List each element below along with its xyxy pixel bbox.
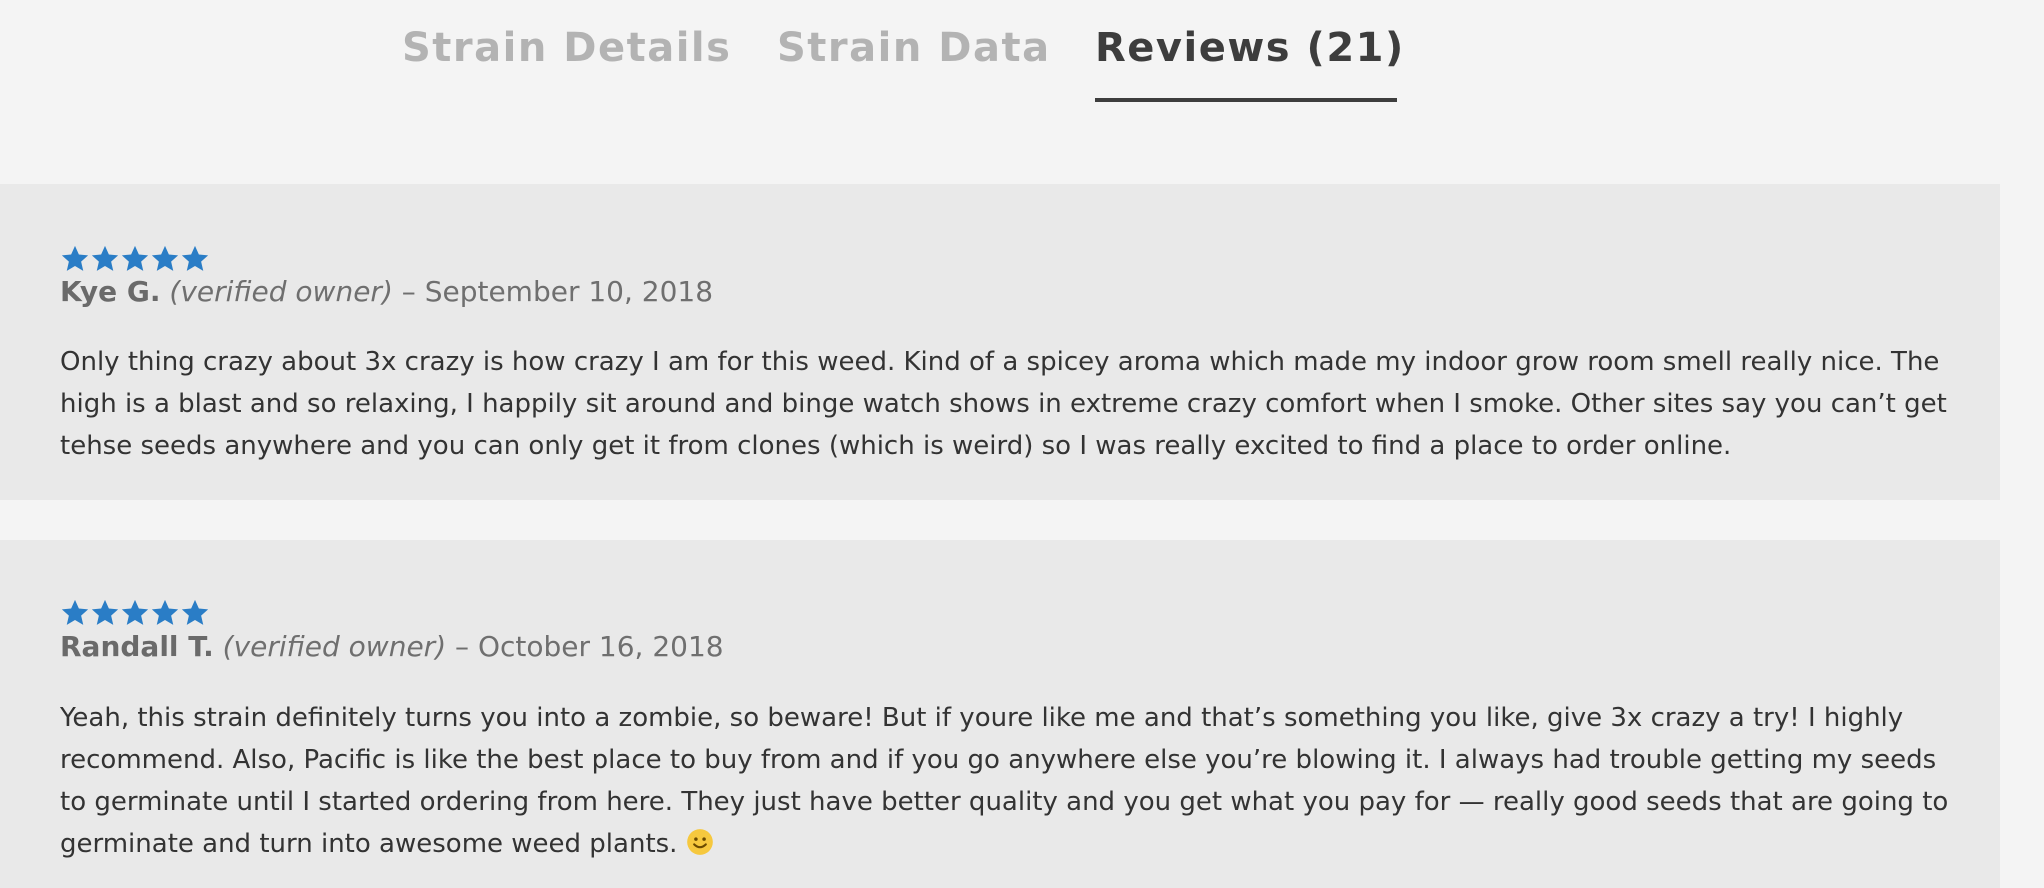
star-rating — [60, 598, 210, 628]
review-date: October 16, 2018 — [477, 630, 724, 663]
product-tabs: Strain Details Strain Data Reviews (21) — [0, 0, 2044, 184]
active-tab-underline — [1095, 98, 1397, 102]
tab-strain-details[interactable]: Strain Details — [402, 22, 731, 102]
review-item: Kye G. (verified owner) – September 10, … — [0, 184, 2000, 500]
verified-owner-label: (verified owner) — [222, 630, 447, 663]
review-meta: Kye G. (verified owner) – September 10, … — [60, 272, 713, 312]
star-icon — [90, 244, 120, 274]
verified-owner-label: (verified owner) — [169, 275, 393, 308]
meta-separator: – — [401, 275, 416, 308]
smiley-icon — [686, 827, 714, 855]
star-rating — [60, 244, 210, 274]
star-icon — [120, 244, 150, 274]
review-author: Kye G. — [60, 275, 161, 308]
tab-reviews[interactable]: Reviews (21) — [1095, 22, 1403, 102]
star-icon — [60, 598, 90, 628]
review-text-content: Yeah, this strain definitely turns you i… — [60, 703, 1949, 859]
review-meta: Randall T. (verified owner) – October 16… — [60, 627, 724, 667]
star-icon — [150, 598, 180, 628]
tab-strain-data[interactable]: Strain Data — [777, 22, 1051, 102]
star-icon — [60, 244, 90, 274]
review-text: Only thing crazy about 3x crazy is how c… — [60, 347, 1947, 461]
star-icon — [90, 598, 120, 628]
review-author: Randall T. — [60, 630, 214, 663]
star-icon — [150, 244, 180, 274]
review-text: Yeah, this strain definitely turns you i… — [60, 697, 1960, 865]
review-item: Randall T. (verified owner) – October 16… — [0, 540, 2000, 888]
meta-separator: – — [455, 630, 470, 663]
tab-reviews-label: Reviews (21) — [1095, 25, 1405, 71]
star-icon — [180, 244, 210, 274]
star-icon — [180, 598, 210, 628]
review-date: September 10, 2018 — [424, 275, 714, 308]
star-icon — [120, 598, 150, 628]
